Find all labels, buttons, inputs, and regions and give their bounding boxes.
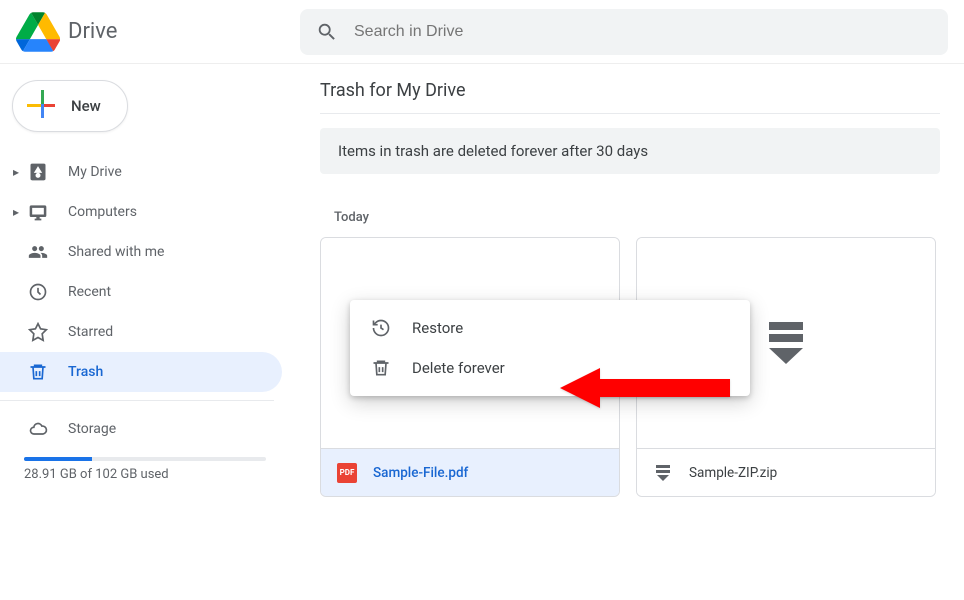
zip-icon [653,463,673,483]
zip-large-icon [769,322,803,364]
sidebar-item-my-drive[interactable]: ▸ My Drive [0,152,282,192]
sidebar-item-label: Storage [68,421,116,437]
shared-icon [26,242,50,262]
file-name: Sample-ZIP.zip [689,465,777,481]
sidebar-item-computers[interactable]: ▸ Computers [0,192,282,232]
sidebar-item-shared[interactable]: Shared with me [0,232,282,272]
nav-list: ▸ My Drive ▸ Computers Shared with me [0,152,290,392]
sidebar-item-recent[interactable]: Recent [0,272,282,312]
trash-banner: Items in trash are deleted forever after… [320,128,940,174]
new-button-label: New [71,97,101,115]
expand-icon[interactable]: ▸ [6,205,26,219]
sidebar-item-label: Shared with me [68,244,164,260]
menu-item-restore[interactable]: Restore [350,308,750,348]
expand-icon[interactable]: ▸ [6,165,26,179]
sidebar-item-trash[interactable]: Trash [0,352,282,392]
trash-icon [26,362,50,382]
recent-icon [26,282,50,302]
sidebar: New ▸ My Drive ▸ Computers [0,64,290,600]
sidebar-item-starred[interactable]: Starred [0,312,282,352]
header: Drive [0,0,964,64]
menu-item-label: Restore [412,319,463,337]
file-name: Sample-File.pdf [373,465,468,481]
computers-icon [26,202,50,222]
section-label: Today [334,210,940,225]
sidebar-item-label: Recent [68,284,111,300]
search-icon [316,21,338,43]
sidebar-item-label: My Drive [68,164,122,180]
delete-forever-icon [370,358,392,378]
my-drive-icon [26,162,50,182]
page-title: Trash for My Drive [320,80,940,114]
restore-icon [370,318,392,338]
sidebar-item-label: Computers [68,204,137,220]
annotation-arrow [560,368,730,408]
sidebar-item-storage[interactable]: Storage [0,409,282,449]
menu-item-label: Delete forever [412,359,505,377]
new-button[interactable]: New [12,80,128,132]
filename-bar: Sample-ZIP.zip [637,448,935,496]
search-input[interactable] [354,23,932,41]
sidebar-item-label: Trash [68,364,103,380]
sidebar-item-label: Starred [68,324,113,340]
plus-icon [27,90,59,122]
filename-bar: PDF Sample-File.pdf [321,448,619,496]
pdf-icon: PDF [337,463,357,483]
storage-bar [24,457,266,461]
logo-area[interactable]: Drive [16,12,296,52]
storage-text: 28.91 GB of 102 GB used [24,467,290,482]
drive-logo-icon [16,12,60,52]
cloud-icon [26,419,50,439]
search-bar[interactable] [300,9,948,55]
app-name: Drive [68,19,117,44]
star-icon [26,322,50,342]
